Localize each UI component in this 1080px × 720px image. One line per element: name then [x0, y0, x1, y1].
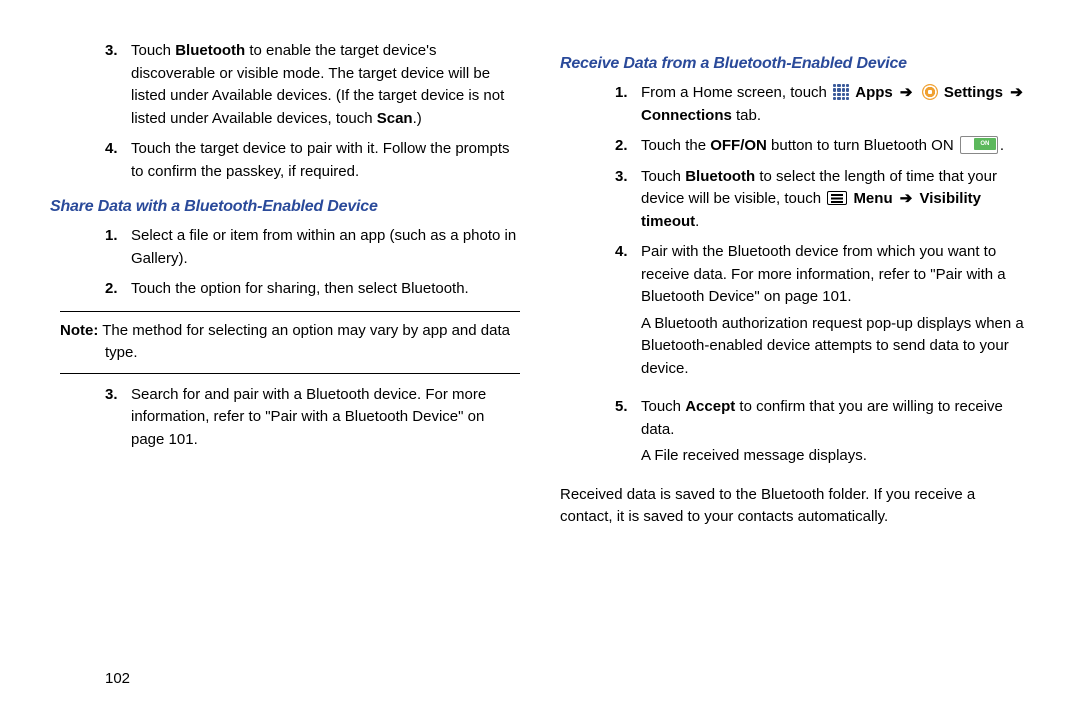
receive-steps: 1. From a Home screen, touch Apps ➔ Sett… [560, 82, 1030, 476]
arrow-icon: ➔ [1010, 82, 1023, 105]
step-continuation: A File received message displays. [641, 445, 1030, 468]
step-text: Touch the option for sharing, then selec… [131, 278, 520, 301]
closing-paragraph: Received data is saved to the Bluetooth … [560, 484, 1030, 529]
step-text: Search for and pair with a Bluetooth dev… [131, 384, 520, 452]
left-column: 3. Touch Bluetooth to enable the target … [50, 40, 520, 537]
step-text: Touch the OFF/ON button to turn Bluetoot… [641, 135, 1030, 158]
step-text: Touch Accept to confirm that you are wil… [641, 396, 1030, 476]
share-data-heading: Share Data with a Bluetooth-Enabled Devi… [50, 195, 520, 219]
receive-step-2: 2. Touch the OFF/ON button to turn Bluet… [615, 135, 1030, 158]
step-text: Pair with the Bluetooth device from whic… [641, 241, 1030, 388]
receive-step-4: 4. Pair with the Bluetooth device from w… [615, 241, 1030, 388]
receive-step-5: 5. Touch Accept to confirm that you are … [615, 396, 1030, 476]
step-text: From a Home screen, touch Apps ➔ Setting… [641, 82, 1030, 127]
step-text: Touch Bluetooth to select the length of … [641, 166, 1030, 234]
step-number: 5. [615, 396, 641, 476]
arrow-icon: ➔ [900, 82, 913, 105]
step-number: 3. [615, 166, 641, 234]
step-number: 3. [105, 384, 131, 452]
step-number: 3. [105, 40, 131, 130]
note-text: The method for selecting an option may v… [98, 322, 510, 362]
receive-data-heading: Receive Data from a Bluetooth-Enabled De… [560, 52, 1030, 76]
share-step-1: 1. Select a file or item from within an … [105, 225, 520, 270]
step-3: 3. Touch Bluetooth to enable the target … [105, 40, 520, 130]
toggle-on-icon: ON [960, 136, 998, 154]
step-number: 4. [615, 241, 641, 388]
share-step-3: 3. Search for and pair with a Bluetooth … [105, 384, 520, 452]
apps-icon [833, 84, 849, 100]
share-steps: 1. Select a file or item from within an … [50, 225, 520, 301]
right-column: Receive Data from a Bluetooth-Enabled De… [560, 40, 1030, 537]
step-text: Select a file or item from within an app… [131, 225, 520, 270]
step-number: 1. [615, 82, 641, 127]
note-box: Note: The method for selecting an option… [60, 311, 520, 374]
step-number: 4. [105, 138, 131, 183]
settings-icon [922, 84, 938, 100]
menu-icon [827, 191, 847, 205]
step-continuation: A Bluetooth authorization request pop-up… [641, 313, 1030, 381]
share-steps-continued: 3. Search for and pair with a Bluetooth … [50, 384, 520, 452]
step-text: Touch Bluetooth to enable the target dev… [131, 40, 520, 130]
note-label: Note: [60, 322, 98, 339]
step-4: 4. Touch the target device to pair with … [105, 138, 520, 183]
two-column-layout: 3. Touch Bluetooth to enable the target … [50, 40, 1030, 537]
receive-step-3: 3. Touch Bluetooth to select the length … [615, 166, 1030, 234]
numbered-steps: 3. Touch Bluetooth to enable the target … [50, 40, 520, 183]
step-text: Touch the target device to pair with it.… [131, 138, 520, 183]
receive-step-1: 1. From a Home screen, touch Apps ➔ Sett… [615, 82, 1030, 127]
step-number: 2. [105, 278, 131, 301]
share-step-2: 2. Touch the option for sharing, then se… [105, 278, 520, 301]
page-number: 102 [105, 668, 130, 691]
step-number: 2. [615, 135, 641, 158]
arrow-icon: ➔ [900, 188, 913, 211]
step-number: 1. [105, 225, 131, 270]
